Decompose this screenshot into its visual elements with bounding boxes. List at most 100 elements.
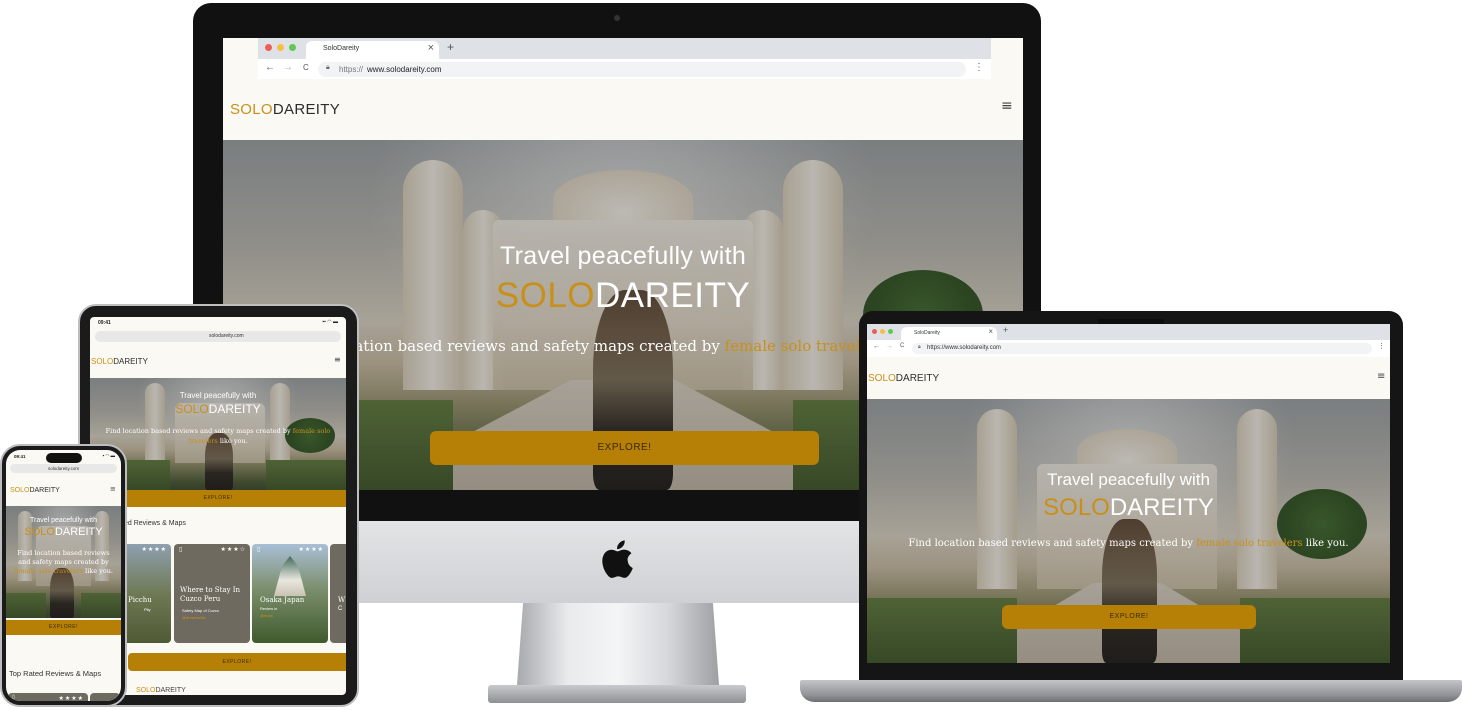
card-title: W — [338, 596, 346, 604]
phone-status-icons: ▪ ◠ ▬ — [102, 453, 115, 458]
phone-tagline-l2: and safety maps created by — [18, 558, 109, 566]
laptop-logo[interactable]: SOLODAREITY — [868, 373, 939, 384]
card-stars: ★★★★ — [141, 547, 167, 553]
hero-brand-solo: SOLO — [495, 276, 596, 315]
phone-hero: Travel peacefully with SOLODAREITY Find … — [6, 506, 121, 618]
tablet-footer-dareity: DAREITY — [155, 687, 186, 694]
back-icon[interactable]: ← — [265, 62, 275, 73]
tablet-navbar: SOLODAREITY ≡ — [90, 345, 346, 378]
tablet-footer-logo: SOLODAREITY — [136, 687, 186, 694]
tablet-tagline-end: like you. — [219, 437, 248, 445]
tablet-url-bar[interactable]: solodareity.com — [95, 331, 341, 342]
laptop-forward-icon[interactable]: → — [886, 343, 893, 350]
imac-camera — [614, 15, 620, 21]
map-icon: ▯ — [257, 547, 261, 553]
tablet-status-time: 09:41 — [98, 320, 111, 326]
hero-brand-dareity: DAREITY — [595, 276, 751, 315]
tablet-brand-solo: SOLO — [175, 402, 209, 416]
phone-brand-solo: SOLO — [24, 526, 55, 538]
hamburger-icon[interactable]: ≡ — [1001, 98, 1013, 114]
tab-close-icon[interactable]: × — [428, 42, 434, 54]
card-sub: Pity — [144, 607, 151, 612]
tablet-card-3[interactable]: ▯ ★★★★ Osaka Japan Review in @mary — [252, 544, 328, 643]
laptop-tab-strip: SoloDareity × + — [867, 324, 1390, 340]
phone-hero-heading: Travel peacefully with — [29, 517, 98, 524]
apple-logo-icon — [602, 540, 633, 578]
tablet-logo-dareity: DAREITY — [113, 357, 148, 366]
laptop-back-icon[interactable]: ← — [873, 343, 880, 350]
tablet-tagline-text: Find location based reviews and safety m… — [105, 427, 291, 435]
url-bar[interactable]: 🔒︎ https:// www.solodareity.com — [318, 62, 966, 77]
phone-logo[interactable]: SOLODAREITY — [10, 487, 60, 494]
laptop-browser-tab[interactable]: SoloDareity × — [901, 327, 997, 340]
laptop-tab-title: SoloDareity — [914, 330, 940, 336]
laptop-hero-heading: Travel peacefully with — [1047, 470, 1210, 489]
new-tab-button[interactable]: + — [447, 40, 454, 54]
reload-icon[interactable]: C — [303, 63, 309, 72]
laptop-explore-button[interactable]: EXPLORE! — [1002, 605, 1256, 629]
card-tag[interactable]: @dreamselia — [182, 615, 206, 620]
laptop-hero-tagline: Find location based reviews and safety m… — [867, 538, 1390, 549]
laptop-minimize-button[interactable] — [880, 329, 885, 334]
laptop-url-bar[interactable]: 🔒︎ https://www.solodareity.com — [912, 343, 1372, 354]
tablet-status-icons: ▪▪ ◠ ▬ — [322, 319, 338, 325]
phone-hero-brand: SOLODAREITY — [6, 526, 121, 538]
tablet-brand-dareity: DAREITY — [208, 402, 261, 416]
map-icon: ▯ — [12, 694, 15, 700]
site-logo[interactable]: SOLODAREITY — [230, 101, 340, 118]
phone-card-stars: ★★★★ — [58, 696, 84, 701]
laptop-logo-solo: SOLO — [868, 373, 896, 384]
laptop-brand-dareity: DAREITY — [1109, 494, 1214, 521]
tablet-card-4[interactable]: W C — [330, 544, 346, 643]
tablet-card-2[interactable]: ▯ ★★★☆ Where to Stay In Cuzco Peru Safet… — [174, 544, 250, 643]
card-tag[interactable]: @mary — [260, 613, 273, 618]
tablet-logo[interactable]: SOLODAREITY — [91, 357, 148, 366]
window-zoom-button[interactable] — [289, 44, 296, 51]
url-prefix: https:// — [339, 65, 364, 74]
forward-icon[interactable]: → — [283, 62, 293, 73]
card-stars: ★★★☆ — [220, 547, 246, 553]
phone-card-2[interactable] — [90, 693, 120, 701]
window-minimize-button[interactable] — [277, 44, 284, 51]
lock-icon: 🔒︎ — [326, 64, 330, 71]
site-navbar: SOLODAREITY ≡ — [223, 79, 1023, 140]
tablet-explore-button[interactable]: EXPLORE! — [90, 490, 346, 507]
laptop-navbar: SOLODAREITY ≡ — [867, 357, 1390, 399]
phone-status-time: 09:41 — [14, 454, 26, 459]
tablet-explore-button-2[interactable]: EXPLORE! — [128, 653, 346, 671]
browser-tab-strip: SoloDareity × + — [258, 38, 991, 59]
tablet-hamburger-icon[interactable]: ≡ — [334, 355, 341, 364]
explore-button[interactable]: EXPLORE! — [430, 431, 819, 465]
tablet-hero-brand: SOLODAREITY — [90, 402, 346, 416]
laptop-new-tab-button[interactable]: + — [1003, 325, 1008, 335]
phone-tagline-link[interactable]: female solo travelers — [14, 567, 83, 575]
laptop-hero-brand: SOLODAREITY — [867, 494, 1390, 522]
laptop-reload-icon[interactable]: C — [900, 343, 904, 349]
castle-shape — [274, 556, 306, 596]
laptop-hamburger-icon[interactable]: ≡ — [1377, 371, 1385, 382]
laptop-tagline-link[interactable]: female solo travelers — [1196, 538, 1302, 549]
tablet-footer-solo: SOLO — [136, 687, 156, 694]
window-close-button[interactable] — [265, 44, 272, 51]
hero-heading: Travel peacefully with — [499, 242, 747, 270]
tablet-screen: 09:41 ▪▪ ◠ ▬ solodareity.com SOLODAREITY… — [90, 317, 346, 695]
phone-url-bar[interactable]: solodareity.com — [10, 464, 117, 473]
browser-tab[interactable]: SoloDareity × — [306, 41, 439, 59]
phone-hamburger-icon[interactable]: ≡ — [110, 485, 116, 493]
browser-menu-icon[interactable]: ⋮ — [974, 62, 984, 73]
laptop-screen: SoloDareity × + ← → C 🔒︎ https://www.sol… — [867, 324, 1390, 663]
phone-dynamic-island — [46, 453, 82, 463]
laptop-base — [800, 680, 1462, 702]
card-sub: Review in — [260, 606, 278, 611]
laptop-address-row: ← → C 🔒︎ https://www.solodareity.com ⋮ — [867, 340, 1390, 357]
phone-card-1[interactable]: ▯ ★★★★ — [8, 693, 88, 701]
laptop-tab-close-icon[interactable]: × — [988, 327, 993, 336]
browser-address-row: ← → C 🔒︎ https:// www.solodareity.com ⋮ — [258, 59, 991, 79]
card-stars: ★★★★ — [298, 547, 324, 553]
laptop-logo-dareity: DAREITY — [895, 373, 940, 384]
laptop-close-button[interactable] — [872, 329, 877, 334]
phone-explore-button[interactable]: EXPLORE! — [6, 620, 121, 635]
laptop-menu-icon[interactable]: ⋮ — [1378, 342, 1385, 350]
phone-tagline-end: like you. — [85, 567, 113, 575]
laptop-zoom-button[interactable] — [888, 329, 893, 334]
